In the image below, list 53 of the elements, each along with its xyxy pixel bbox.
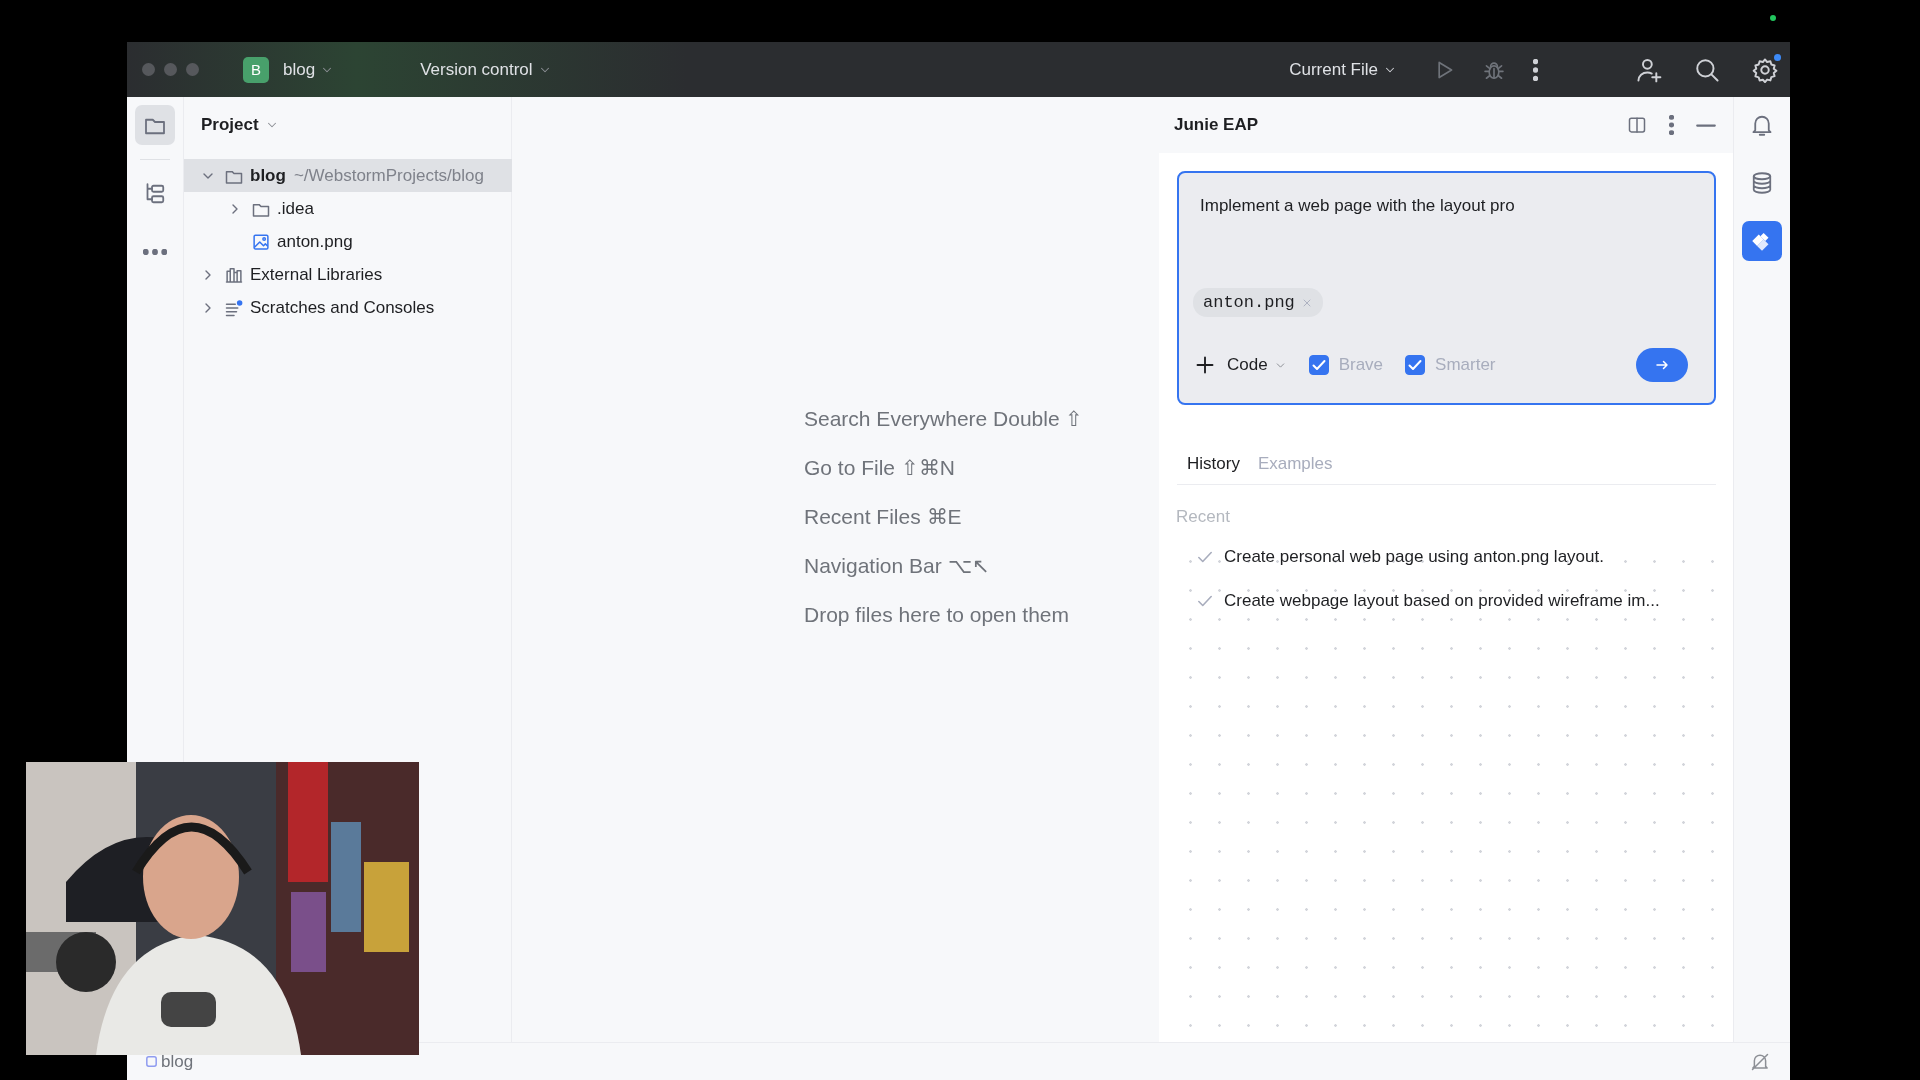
history-item[interactable]: Create webpage layout based on provided wireframe im... [1176, 579, 1716, 623]
editor-hint: Recent Files ⌘E [804, 505, 963, 529]
tab[interactable]: History [1187, 454, 1240, 474]
project-view-dropdown[interactable]: Project [184, 97, 285, 153]
project-badge: B [243, 56, 269, 83]
split-view-icon [1627, 115, 1647, 135]
junie-tool-button[interactable] [1742, 221, 1782, 261]
panel-title: Junie EAP [1174, 115, 1260, 135]
editor-hint: Navigation Bar ⌥↖ [804, 554, 991, 578]
database-icon [1750, 171, 1774, 195]
recording-indicator-icon [1770, 15, 1776, 21]
editor-hint: Drop files here to open them [804, 603, 1070, 627]
check-icon [1310, 357, 1327, 373]
options-button[interactable] [1667, 113, 1676, 137]
bell-icon [1750, 113, 1774, 137]
mode-dropdown[interactable]: Code [1227, 355, 1287, 375]
bell-off-icon [1750, 1051, 1770, 1072]
option-label: Smarter [1435, 355, 1496, 375]
tree-item[interactable]: anton.png [184, 225, 512, 258]
tree-item[interactable]: External Libraries [184, 258, 512, 291]
minimize-icon [1696, 123, 1716, 127]
more-icon [143, 249, 167, 255]
send-button[interactable] [1636, 348, 1688, 382]
vcs-dropdown[interactable]: Version control [414, 55, 558, 84]
tree-item[interactable]: Scratches and Consoles [184, 291, 512, 324]
settings-icon [1752, 56, 1778, 83]
section-label: Recent [1176, 507, 1231, 527]
breadcrumb[interactable]: blog [144, 1051, 194, 1072]
run-config-dropdown[interactable]: Current File [1283, 55, 1403, 84]
checkbox[interactable] [1308, 355, 1329, 375]
kebab-icon [1533, 58, 1538, 81]
attachment-chip[interactable]: anton.png [1193, 288, 1323, 317]
notifications-off-icon[interactable] [1750, 1051, 1770, 1072]
project-tool-button[interactable] [135, 105, 175, 145]
project-icon [144, 1054, 159, 1069]
image-file-icon [251, 231, 271, 252]
option-label: Brave [1338, 355, 1384, 375]
minimize-button[interactable] [1694, 121, 1718, 129]
editor-hint: Search Everywhere Double ⇧ [804, 407, 1085, 431]
plus-icon [1195, 355, 1215, 375]
editor-hint: Go to File ⇧⌘N [804, 456, 957, 480]
search-icon [1694, 56, 1720, 83]
history-item[interactable]: Create personal web page using anton.png layout. [1176, 535, 1716, 579]
check-icon [1407, 357, 1424, 373]
scratches-icon [224, 297, 244, 318]
project-widget[interactable]: blog [277, 55, 341, 84]
tree-item[interactable]: .idea [184, 192, 512, 225]
kebab-icon [1669, 115, 1674, 135]
notification-dot-icon [1774, 53, 1781, 61]
checkbox[interactable] [1405, 355, 1426, 375]
person-add-icon [1636, 56, 1662, 83]
tree-item[interactable]: blog ~/WebstormProjects/blog [184, 159, 512, 192]
prompt-field[interactable]: Implement a web page with the layout pro anton.png Code Brave Smarter [1177, 171, 1716, 405]
